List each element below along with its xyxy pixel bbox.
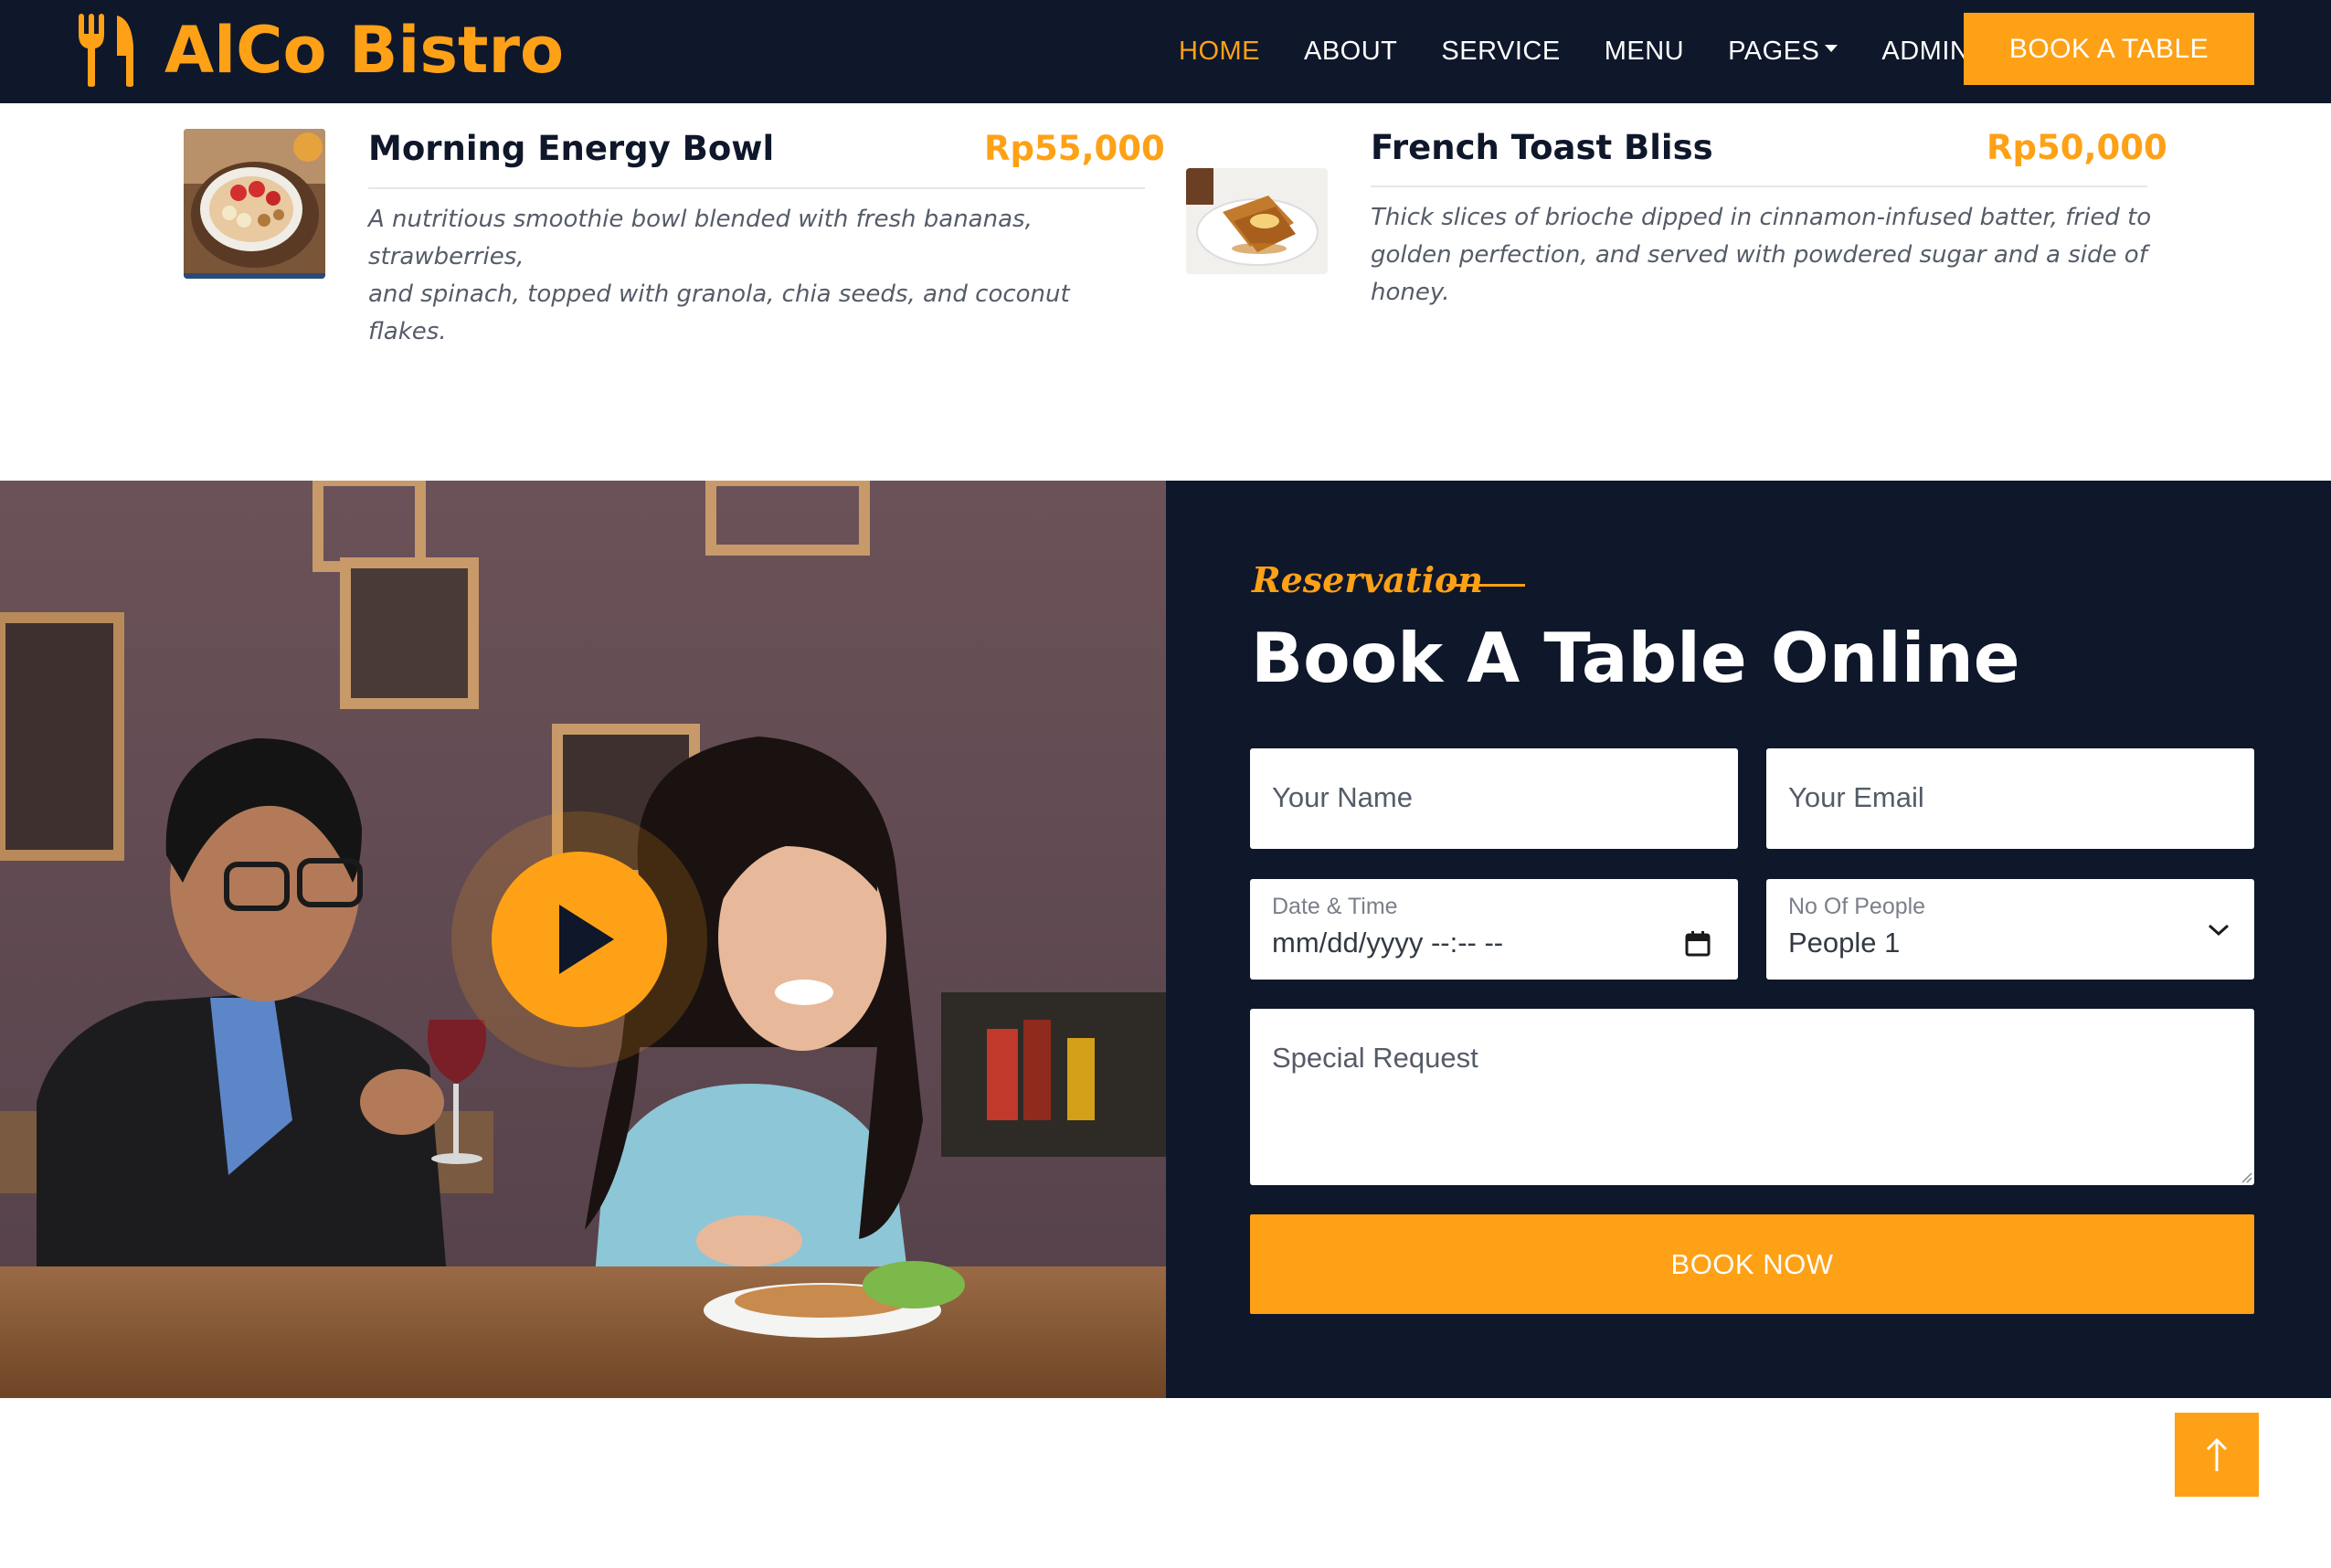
dish-description: A nutritious smoothie bowl blended with … <box>368 201 1154 351</box>
dish-description-line: and spinach, topped with granola, chia s… <box>368 281 1070 345</box>
section-title: Book A Table Online <box>1251 618 2020 698</box>
people-select[interactable]: No Of People People 1 <box>1766 879 2254 980</box>
nav-about[interactable]: ABOUT <box>1304 37 1397 67</box>
dish-description-line: Thick slices of brioche dipped in cinnam… <box>1371 204 2152 231</box>
french-toast-bliss-image <box>1186 168 1328 274</box>
name-placeholder: Your Name <box>1272 781 1413 813</box>
brand-name: AlCo Bistro <box>164 13 565 88</box>
play-video-button[interactable] <box>492 852 667 1027</box>
nav-pages-dropdown[interactable]: PAGES <box>1728 37 1838 67</box>
datetime-value: mm/dd/yyyy --:-- -- <box>1272 927 1504 959</box>
dish-title: Morning Energy Bowl <box>368 129 775 168</box>
brand-logo[interactable]: AlCo Bistro <box>77 9 564 91</box>
back-to-top-button[interactable] <box>2175 1413 2259 1497</box>
people-label: No Of People <box>1788 894 1926 919</box>
nav-admin[interactable]: ADMIN <box>1881 37 1969 67</box>
people-value: People 1 <box>1788 927 1901 959</box>
dish-price: Rp55,000 <box>984 129 1165 168</box>
dish-title: French Toast Bliss <box>1371 128 1713 167</box>
email-field[interactable]: Your Email <box>1766 748 2254 849</box>
dish-price: Rp50,000 <box>1987 128 2167 167</box>
dish-description-line: golden perfection, and served with powde… <box>1371 241 2147 269</box>
email-placeholder: Your Email <box>1788 781 1924 813</box>
nav-menu: HOME ABOUT SERVICE MENU PAGES ADMIN <box>1179 0 2013 103</box>
caret-down-icon <box>1825 45 1838 53</box>
book-now-button[interactable]: BOOK NOW <box>1250 1214 2254 1314</box>
datetime-field[interactable]: Date & Time mm/dd/yyyy --:-- -- <box>1250 879 1738 980</box>
section-tag: Reservation <box>1252 559 1484 600</box>
navbar: AlCo Bistro HOME ABOUT SERVICE MENU PAGE… <box>0 0 2331 103</box>
calendar-icon[interactable] <box>1685 930 1711 958</box>
play-icon <box>559 905 614 974</box>
name-field[interactable]: Your Name <box>1250 748 1738 849</box>
morning-energy-bowl-image <box>184 129 325 279</box>
nav-home[interactable]: HOME <box>1179 37 1260 67</box>
divider <box>368 187 1145 189</box>
special-request-placeholder: Special Request <box>1272 1042 1478 1074</box>
nav-service[interactable]: SERVICE <box>1441 37 1560 67</box>
nav-menu-link[interactable]: MENU <box>1605 37 1684 67</box>
resize-handle-icon[interactable] <box>2240 1171 2252 1183</box>
dish-description: Thick slices of brioche dipped in cinnam… <box>1371 199 2156 312</box>
divider <box>1371 185 2147 187</box>
dish-description-line: honey. <box>1371 279 1450 306</box>
nav-pages-label: PAGES <box>1728 37 1820 66</box>
datetime-label: Date & Time <box>1272 894 1398 919</box>
fork-knife-icon <box>79 14 133 87</box>
chevron-down-icon <box>2208 924 2230 937</box>
book-a-table-button[interactable]: BOOK A TABLE <box>1964 13 2254 85</box>
special-request-textarea[interactable]: Special Request <box>1250 1009 2254 1185</box>
dish-description-line: A nutritious smoothie bowl blended with … <box>368 206 1033 270</box>
arrow-up-icon <box>2206 1437 2228 1471</box>
section-tag-line <box>1446 584 1525 587</box>
